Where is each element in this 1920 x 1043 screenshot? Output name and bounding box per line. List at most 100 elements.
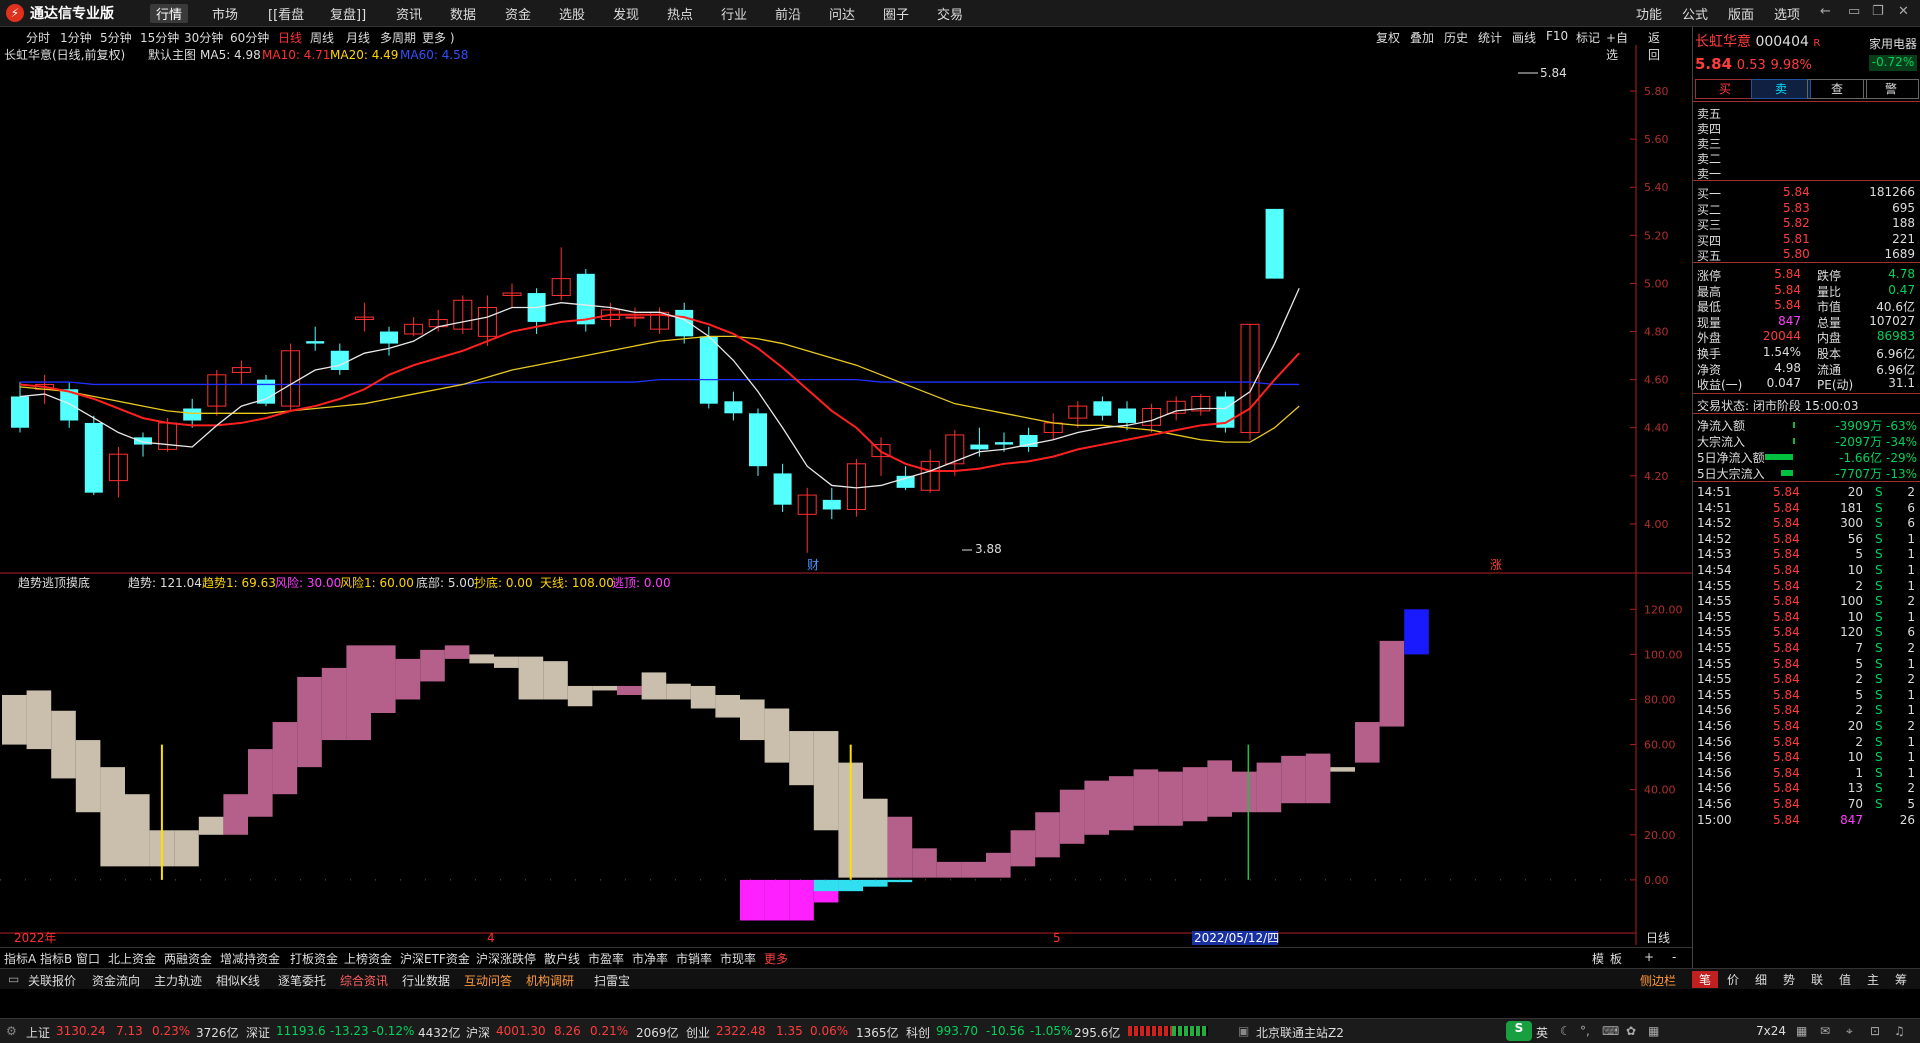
quote-tab-5[interactable]: 值 <box>1832 971 1858 988</box>
news-7x24[interactable]: 7x24 <box>1756 1024 1786 1038</box>
menu-right-2[interactable]: 版面 <box>1728 4 1754 23</box>
sh-name[interactable]: 上证 <box>26 1024 50 1041</box>
menu-item-6[interactable]: 资金 <box>505 4 531 23</box>
close-icon[interactable]: ✕ <box>1898 4 1909 19</box>
ime-mode[interactable]: 英 <box>1536 1024 1548 1041</box>
server-name[interactable]: 北京联通主站Z2 <box>1256 1024 1344 1041</box>
tab1-13[interactable]: 市销率 <box>676 950 712 967</box>
keyboard-icon[interactable]: ⌨ <box>1602 1024 1619 1038</box>
alert-button[interactable]: 警 <box>1863 79 1919 99</box>
quote-tab-2[interactable]: 细 <box>1748 971 1774 988</box>
quote-tab-0[interactable]: 笔 <box>1692 971 1718 988</box>
period-1[interactable]: 1分钟 <box>60 29 92 46</box>
period-9[interactable]: 多周期 <box>380 29 416 46</box>
tab1-6[interactable]: 打板资金 <box>290 950 338 967</box>
bell-icon[interactable]: ♫ <box>1894 1024 1905 1038</box>
quote-tab-7[interactable]: 筹 <box>1888 971 1914 988</box>
tab1-3[interactable]: 北上资金 <box>108 950 156 967</box>
quote-tab-4[interactable]: 联 <box>1804 971 1830 988</box>
tab1-right-0[interactable]: 模 <box>1592 950 1604 967</box>
menu-item-13[interactable]: 圈子 <box>883 4 909 23</box>
sector-name[interactable]: 家用电器 <box>1869 35 1917 52</box>
tab1-10[interactable]: 散户线 <box>544 950 580 967</box>
sz-name[interactable]: 深证 <box>246 1024 270 1041</box>
tab1-7[interactable]: 上榜资金 <box>344 950 392 967</box>
menu-item-2[interactable]: [[看盘 <box>268 4 304 23</box>
tool-4[interactable]: 画线 <box>1512 29 1536 46</box>
chat-icon[interactable]: ✉ <box>1820 1024 1830 1038</box>
period-3[interactable]: 15分钟 <box>140 29 179 46</box>
settings-icon[interactable]: ⚙ <box>6 1024 17 1038</box>
menu-item-14[interactable]: 交易 <box>937 4 963 23</box>
query-button[interactable]: 查 <box>1807 79 1867 99</box>
panel-toggle-icon[interactable]: ▭ <box>8 972 19 986</box>
tab1-right-3[interactable]: - <box>1672 950 1676 964</box>
tool-0[interactable]: 复权 <box>1376 29 1400 46</box>
tab1-11[interactable]: 市盈率 <box>588 950 624 967</box>
menu-right-0[interactable]: 功能 <box>1636 4 1662 23</box>
tab1-right-1[interactable]: 板 <box>1610 950 1622 967</box>
period-2[interactable]: 5分钟 <box>100 29 132 46</box>
chart-canvas[interactable]: 5.80 5.60 5.40 5.20 5.00 4.80 4.60 4.40 4.20 4.00… <box>0 45 1692 945</box>
restore-icon[interactable]: ❐ <box>1872 4 1884 19</box>
tab1-8[interactable]: 沪深ETF资金 <box>400 950 470 967</box>
tab2-2[interactable]: 主力轨迹 <box>154 972 202 989</box>
sidebar-toggle[interactable]: 侧边栏 <box>1640 972 1676 989</box>
moon-icon[interactable]: ☾ <box>1560 1024 1571 1038</box>
period-7[interactable]: 周线 <box>310 29 334 46</box>
period-4[interactable]: 30分钟 <box>184 29 223 46</box>
tool-1[interactable]: 叠加 <box>1410 29 1434 46</box>
hs-name[interactable]: 沪深 <box>466 1024 490 1041</box>
tool-2[interactable]: 历史 <box>1444 29 1468 46</box>
tab2-4[interactable]: 逐笔委托 <box>278 972 326 989</box>
limit-up-mark[interactable]: 涨 <box>1490 557 1502 572</box>
menu-item-11[interactable]: 前沿 <box>775 4 801 23</box>
tab1-1[interactable]: 指标B <box>40 950 72 967</box>
lock-icon[interactable]: ⊡ <box>1870 1024 1880 1038</box>
tool-5[interactable]: F10 <box>1546 29 1568 43</box>
period-5[interactable]: 60分钟 <box>230 29 269 46</box>
quote-tab-3[interactable]: 势 <box>1776 971 1802 988</box>
tab2-1[interactable]: 资金流向 <box>92 972 140 989</box>
cy-name[interactable]: 创业 <box>686 1024 710 1041</box>
menu-item-0[interactable]: 行情 <box>150 4 189 23</box>
period-10[interactable]: 更多 ) <box>422 29 455 46</box>
tab2-9[interactable]: 扫雷宝 <box>594 972 630 989</box>
period-0[interactable]: 分时 <box>26 29 50 46</box>
menu-item-12[interactable]: 问达 <box>829 4 855 23</box>
period-6[interactable]: 日线 <box>278 29 302 46</box>
menu-item-5[interactable]: 数据 <box>450 4 476 23</box>
menu-right-3[interactable]: 选项 <box>1774 4 1800 23</box>
tab2-0[interactable]: 关联报价 <box>28 972 76 989</box>
menu-item-7[interactable]: 选股 <box>559 4 585 23</box>
finance-mark[interactable]: 财 <box>807 558 819 572</box>
quote-tab-6[interactable]: 主 <box>1860 971 1886 988</box>
punct-icon[interactable]: °, <box>1580 1024 1590 1038</box>
tab1-12[interactable]: 市净率 <box>632 950 668 967</box>
buy-button[interactable]: 买 <box>1695 79 1755 99</box>
quote-tab-1[interactable]: 价 <box>1720 971 1746 988</box>
period-8[interactable]: 月线 <box>346 29 370 46</box>
menu-right-1[interactable]: 公式 <box>1682 4 1708 23</box>
pin-icon[interactable]: ⌖ <box>1846 1024 1853 1039</box>
menu-item-10[interactable]: 行业 <box>721 4 747 23</box>
tab1-0[interactable]: 指标A <box>4 950 36 967</box>
kc-name[interactable]: 科创 <box>906 1024 930 1041</box>
menu-grid-icon[interactable]: ▦ <box>1648 1024 1659 1038</box>
tab1-right-2[interactable]: + <box>1644 950 1654 964</box>
minimize-icon[interactable]: ▭ <box>1848 4 1860 19</box>
tab1-4[interactable]: 两融资金 <box>164 950 212 967</box>
sell-button[interactable]: 卖 <box>1751 79 1811 99</box>
tab1-5[interactable]: 增减持资金 <box>220 950 280 967</box>
tab1-9[interactable]: 沪深涨跌停 <box>476 950 536 967</box>
grid-icon[interactable]: ▦ <box>1796 1024 1807 1038</box>
menu-item-4[interactable]: 资讯 <box>396 4 422 23</box>
tab2-6[interactable]: 行业数据 <box>402 972 450 989</box>
menu-item-3[interactable]: 复盘]] <box>330 4 366 23</box>
menu-item-9[interactable]: 热点 <box>667 4 693 23</box>
tab2-8[interactable]: 机构调研 <box>526 972 574 989</box>
tab1-14[interactable]: 市现率 <box>720 950 756 967</box>
skin-icon[interactable]: ✿ <box>1626 1024 1636 1038</box>
menu-item-1[interactable]: 市场 <box>212 4 238 23</box>
ime-logo-icon[interactable]: S <box>1506 1021 1532 1041</box>
